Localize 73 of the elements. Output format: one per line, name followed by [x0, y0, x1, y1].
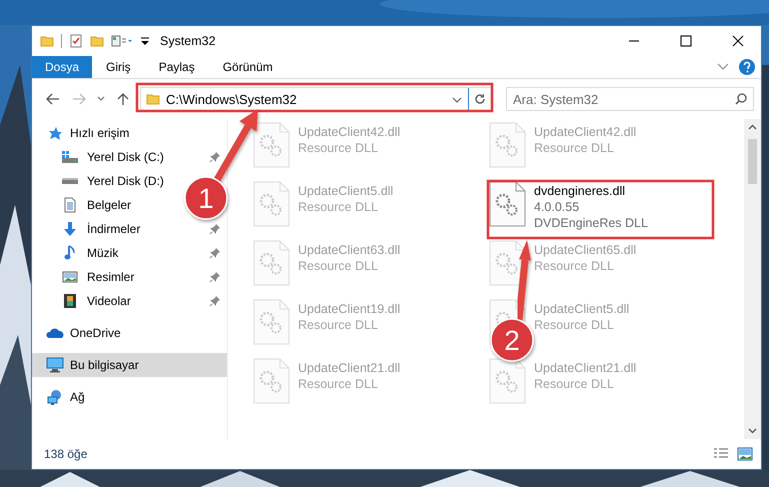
music-note-icon — [63, 245, 77, 261]
document-icon — [63, 197, 77, 213]
computer-icon — [46, 357, 64, 373]
nav-item[interactable]: Ağ — [32, 385, 89, 409]
customize-icon[interactable] — [140, 35, 150, 47]
scrollbar-thumb[interactable] — [748, 139, 757, 184]
folder-icon — [146, 92, 160, 106]
maximize-icon[interactable] — [680, 35, 692, 47]
file-description: Resource DLL — [298, 140, 379, 156]
ribbon-tab[interactable]: Paylaş — [144, 56, 209, 78]
nav-item[interactable]: Yerel Disk (C:) — [32, 145, 168, 169]
properties-icon[interactable] — [111, 34, 133, 48]
scroll-down-icon[interactable] — [748, 428, 757, 434]
network-icon — [46, 389, 64, 405]
step-badge: 2 — [490, 318, 534, 362]
file-description: DVDEngineRes DLL — [534, 215, 648, 231]
drive-icon — [61, 150, 79, 164]
nav-item[interactable]: Bu bilgisayar — [32, 353, 227, 377]
dll-file-icon — [488, 240, 526, 286]
recent-locations-icon[interactable] — [97, 96, 105, 102]
drive-icon — [61, 178, 79, 184]
file-description: Resource DLL — [298, 199, 379, 215]
nav-item[interactable]: İndirmeler — [32, 217, 144, 241]
expand-ribbon-icon[interactable] — [717, 63, 729, 71]
help-icon[interactable] — [739, 59, 755, 75]
dll-file-icon — [488, 358, 526, 404]
file-description: Resource DLL — [534, 317, 615, 333]
ribbon-tab[interactable]: Giriş — [92, 56, 145, 78]
address-path: C:\Windows\System32 — [166, 92, 297, 106]
file-version: 4.0.0.55 — [534, 199, 580, 215]
dll-file-icon — [488, 181, 526, 227]
file-description: Resource DLL — [534, 140, 615, 156]
dll-file-icon — [252, 299, 290, 345]
dll-file-icon — [252, 122, 290, 168]
image-icon — [62, 270, 78, 284]
close-icon[interactable] — [732, 35, 744, 47]
large-icons-view-icon[interactable] — [737, 447, 753, 461]
file-description: Resource DLL — [298, 258, 379, 274]
nav-item[interactable]: Resimler — [32, 265, 138, 289]
download-icon — [62, 221, 78, 237]
nav-item[interactable]: Müzik — [32, 241, 122, 265]
cloud-icon — [46, 327, 64, 339]
window-title: System32 — [160, 34, 216, 48]
dll-file-icon — [252, 240, 290, 286]
ribbon-tab[interactable]: Dosya — [32, 56, 92, 78]
scroll-up-icon[interactable] — [748, 124, 757, 130]
step-badge: 1 — [184, 176, 228, 220]
file-name[interactable]: dvdengineres.dll — [534, 183, 648, 199]
folder-icon — [40, 34, 54, 48]
file-description: Resource DLL — [298, 317, 379, 333]
nav-item[interactable]: Hızlı erişim — [32, 121, 134, 145]
address-bar[interactable]: C:\Windows\System32 — [140, 87, 492, 111]
search-icon — [735, 93, 747, 105]
nav-item[interactable]: Yerel Disk (D:) — [32, 169, 168, 193]
dll-file-icon — [252, 181, 290, 227]
dll-file-icon — [252, 358, 290, 404]
film-icon — [63, 293, 77, 309]
search-field[interactable]: Ara: System32 — [506, 87, 754, 111]
file-description: Resource DLL — [534, 376, 615, 392]
dropdown-icon[interactable] — [452, 97, 462, 103]
file-description: Resource DLL — [534, 258, 615, 274]
item-count: 138 öğe — [44, 447, 88, 461]
nav-item[interactable]: Belgeler — [32, 193, 136, 217]
star-icon — [48, 126, 62, 140]
up-icon[interactable] — [117, 92, 129, 106]
back-icon[interactable] — [46, 93, 60, 105]
nav-item[interactable]: Videolar — [32, 289, 135, 313]
ribbon-tab[interactable]: Görünüm — [208, 56, 287, 78]
dll-file-icon — [488, 122, 526, 168]
refresh-icon[interactable] — [474, 93, 486, 105]
checklist-icon[interactable] — [69, 34, 83, 48]
nav-item[interactable]: OneDrive — [32, 321, 125, 345]
file-description: Resource DLL — [298, 376, 379, 392]
